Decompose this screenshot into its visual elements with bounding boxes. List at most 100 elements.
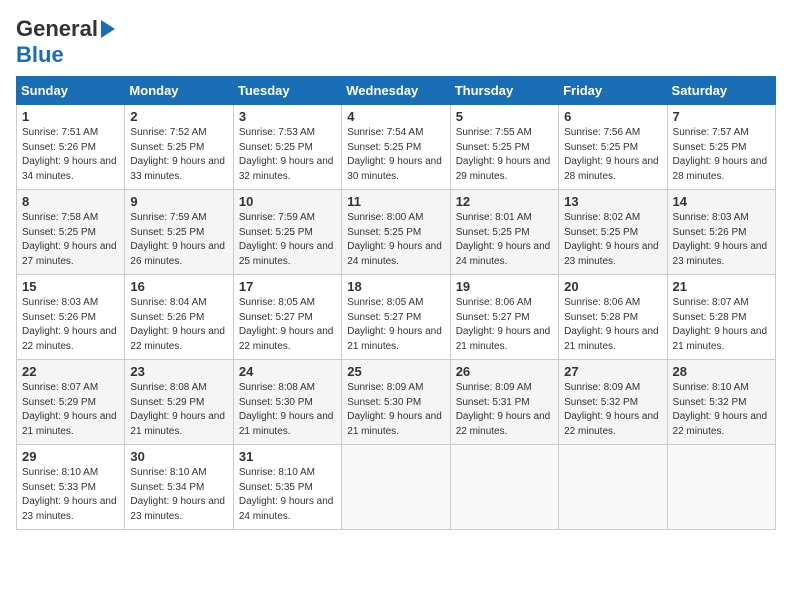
day-info: Sunrise: 8:10 AMSunset: 5:34 PMDaylight:… [130,466,227,524]
day-number: 5 [456,109,553,124]
day-number: 26 [456,364,553,379]
day-info: Sunrise: 7:55 AMSunset: 5:25 PMDaylight:… [456,126,553,184]
day-number: 22 [22,364,119,379]
day-info: Sunrise: 7:51 AMSunset: 5:26 PMDaylight:… [22,126,119,184]
day-cell-31: 31 Sunrise: 8:10 AMSunset: 5:35 PMDayligh… [233,445,341,530]
day-cell-4: 4 Sunrise: 7:54 AMSunset: 5:25 PMDaylight… [342,105,450,190]
weekday-header-wednesday: Wednesday [342,77,450,105]
logo-general: General [16,16,98,42]
calendar-table: SundayMondayTuesdayWednesdayThursdayFrid… [16,76,776,530]
day-cell-21: 21Sunrise: 8:07 AMSunset: 5:28 PMDayligh… [667,275,775,360]
day-cell-9: 9 Sunrise: 7:59 AMSunset: 5:25 PMDaylight… [125,190,233,275]
day-cell-29: 29 Sunrise: 8:10 AMSunset: 5:33 PMDayligh… [17,445,125,530]
weekday-header-thursday: Thursday [450,77,558,105]
day-info: Sunrise: 8:05 AMSunset: 5:27 PMDaylight:… [347,296,444,354]
day-number: 27 [564,364,661,379]
day-number: 31 [239,449,336,464]
day-number: 3 [239,109,336,124]
day-cell-8: 8 Sunrise: 7:58 AMSunset: 5:25 PMDaylight… [17,190,125,275]
logo-arrow-icon [101,20,115,38]
day-number: 13 [564,194,661,209]
day-cell-13: 13 Sunrise: 8:02 AMSunset: 5:25 PMDayligh… [559,190,667,275]
day-cell-28: 28Sunrise: 8:10 AMSunset: 5:32 PMDayligh… [667,360,775,445]
day-cell-16: 16 Sunrise: 8:04 AMSunset: 5:26 PMDayligh… [125,275,233,360]
day-cell-3: 3 Sunrise: 7:53 AMSunset: 5:25 PMDaylight… [233,105,341,190]
day-info: Sunrise: 7:57 AMSunset: 5:25 PMDaylight:… [673,126,770,184]
day-info: Sunrise: 8:09 AMSunset: 5:32 PMDaylight:… [564,381,661,439]
day-info: Sunrise: 8:05 AMSunset: 5:27 PMDaylight:… [239,296,336,354]
weekday-header-friday: Friday [559,77,667,105]
day-number: 17 [239,279,336,294]
day-info: Sunrise: 8:08 AMSunset: 5:30 PMDaylight:… [239,381,336,439]
day-number: 24 [239,364,336,379]
day-cell-30: 30 Sunrise: 8:10 AMSunset: 5:34 PMDayligh… [125,445,233,530]
day-cell-11: 11 Sunrise: 8:00 AMSunset: 5:25 PMDayligh… [342,190,450,275]
day-cell-26: 26 Sunrise: 8:09 AMSunset: 5:31 PMDayligh… [450,360,558,445]
day-number: 4 [347,109,444,124]
day-info: Sunrise: 8:01 AMSunset: 5:25 PMDaylight:… [456,211,553,269]
day-info: Sunrise: 7:56 AMSunset: 5:25 PMDaylight:… [564,126,661,184]
day-info: Sunrise: 8:10 AMSunset: 5:33 PMDaylight:… [22,466,119,524]
day-cell-2: 2 Sunrise: 7:52 AMSunset: 5:25 PMDaylight… [125,105,233,190]
day-info: Sunrise: 7:59 AMSunset: 5:25 PMDaylight:… [239,211,336,269]
day-number: 29 [22,449,119,464]
day-cell-18: 18 Sunrise: 8:05 AMSunset: 5:27 PMDayligh… [342,275,450,360]
day-info: Sunrise: 7:58 AMSunset: 5:25 PMDaylight:… [22,211,119,269]
day-cell-22: 22 Sunrise: 8:07 AMSunset: 5:29 PMDayligh… [17,360,125,445]
day-cell-23: 23Sunrise: 8:08 AMSunset: 5:29 PMDayligh… [125,360,233,445]
day-cell-27: 27 Sunrise: 8:09 AMSunset: 5:32 PMDayligh… [559,360,667,445]
weekday-header-tuesday: Tuesday [233,77,341,105]
day-info: Sunrise: 8:06 AMSunset: 5:27 PMDaylight:… [456,296,553,354]
day-info: Sunrise: 7:54 AMSunset: 5:25 PMDaylight:… [347,126,444,184]
day-number: 11 [347,194,444,209]
day-cell-24: 24 Sunrise: 8:08 AMSunset: 5:30 PMDayligh… [233,360,341,445]
day-cell-10: 10 Sunrise: 7:59 AMSunset: 5:25 PMDayligh… [233,190,341,275]
logo: General Blue [16,16,115,68]
day-cell-5: 5 Sunrise: 7:55 AMSunset: 5:25 PMDaylight… [450,105,558,190]
day-number: 12 [456,194,553,209]
day-cell-12: 12 Sunrise: 8:01 AMSunset: 5:25 PMDayligh… [450,190,558,275]
day-number: 7 [673,109,770,124]
day-number: 23 [130,364,227,379]
logo-blue: Blue [16,42,64,67]
day-info: Sunrise: 8:07 AMSunset: 5:29 PMDaylight:… [22,381,119,439]
day-info: Sunrise: 7:53 AMSunset: 5:25 PMDaylight:… [239,126,336,184]
day-number: 9 [130,194,227,209]
day-number: 18 [347,279,444,294]
weekday-header-saturday: Saturday [667,77,775,105]
day-number: 10 [239,194,336,209]
empty-cell [450,445,558,530]
page-header: General Blue [16,16,776,68]
day-info: Sunrise: 8:10 AMSunset: 5:35 PMDaylight:… [239,466,336,524]
day-info: Sunrise: 8:03 AMSunset: 5:26 PMDaylight:… [673,211,770,269]
weekday-header-monday: Monday [125,77,233,105]
day-cell-17: 17 Sunrise: 8:05 AMSunset: 5:27 PMDayligh… [233,275,341,360]
day-number: 16 [130,279,227,294]
day-cell-1: 1Sunrise: 7:51 AMSunset: 5:26 PMDaylight… [17,105,125,190]
empty-cell [559,445,667,530]
day-info: Sunrise: 8:04 AMSunset: 5:26 PMDaylight:… [130,296,227,354]
day-info: Sunrise: 8:03 AMSunset: 5:26 PMDaylight:… [22,296,119,354]
day-cell-6: 6 Sunrise: 7:56 AMSunset: 5:25 PMDaylight… [559,105,667,190]
day-number: 8 [22,194,119,209]
day-cell-25: 25 Sunrise: 8:09 AMSunset: 5:30 PMDayligh… [342,360,450,445]
day-info: Sunrise: 8:10 AMSunset: 5:32 PMDaylight:… [673,381,770,439]
day-info: Sunrise: 7:59 AMSunset: 5:25 PMDaylight:… [130,211,227,269]
day-info: Sunrise: 8:00 AMSunset: 5:25 PMDaylight:… [347,211,444,269]
day-info: Sunrise: 8:09 AMSunset: 5:30 PMDaylight:… [347,381,444,439]
day-number: 2 [130,109,227,124]
day-info: Sunrise: 8:09 AMSunset: 5:31 PMDaylight:… [456,381,553,439]
day-number: 25 [347,364,444,379]
day-info: Sunrise: 7:52 AMSunset: 5:25 PMDaylight:… [130,126,227,184]
day-number: 21 [673,279,770,294]
day-number: 6 [564,109,661,124]
day-number: 19 [456,279,553,294]
empty-cell [667,445,775,530]
day-number: 20 [564,279,661,294]
day-cell-15: 15 Sunrise: 8:03 AMSunset: 5:26 PMDayligh… [17,275,125,360]
day-number: 15 [22,279,119,294]
day-cell-19: 19 Sunrise: 8:06 AMSunset: 5:27 PMDayligh… [450,275,558,360]
day-number: 30 [130,449,227,464]
day-info: Sunrise: 8:02 AMSunset: 5:25 PMDaylight:… [564,211,661,269]
day-cell-14: 14Sunrise: 8:03 AMSunset: 5:26 PMDayligh… [667,190,775,275]
